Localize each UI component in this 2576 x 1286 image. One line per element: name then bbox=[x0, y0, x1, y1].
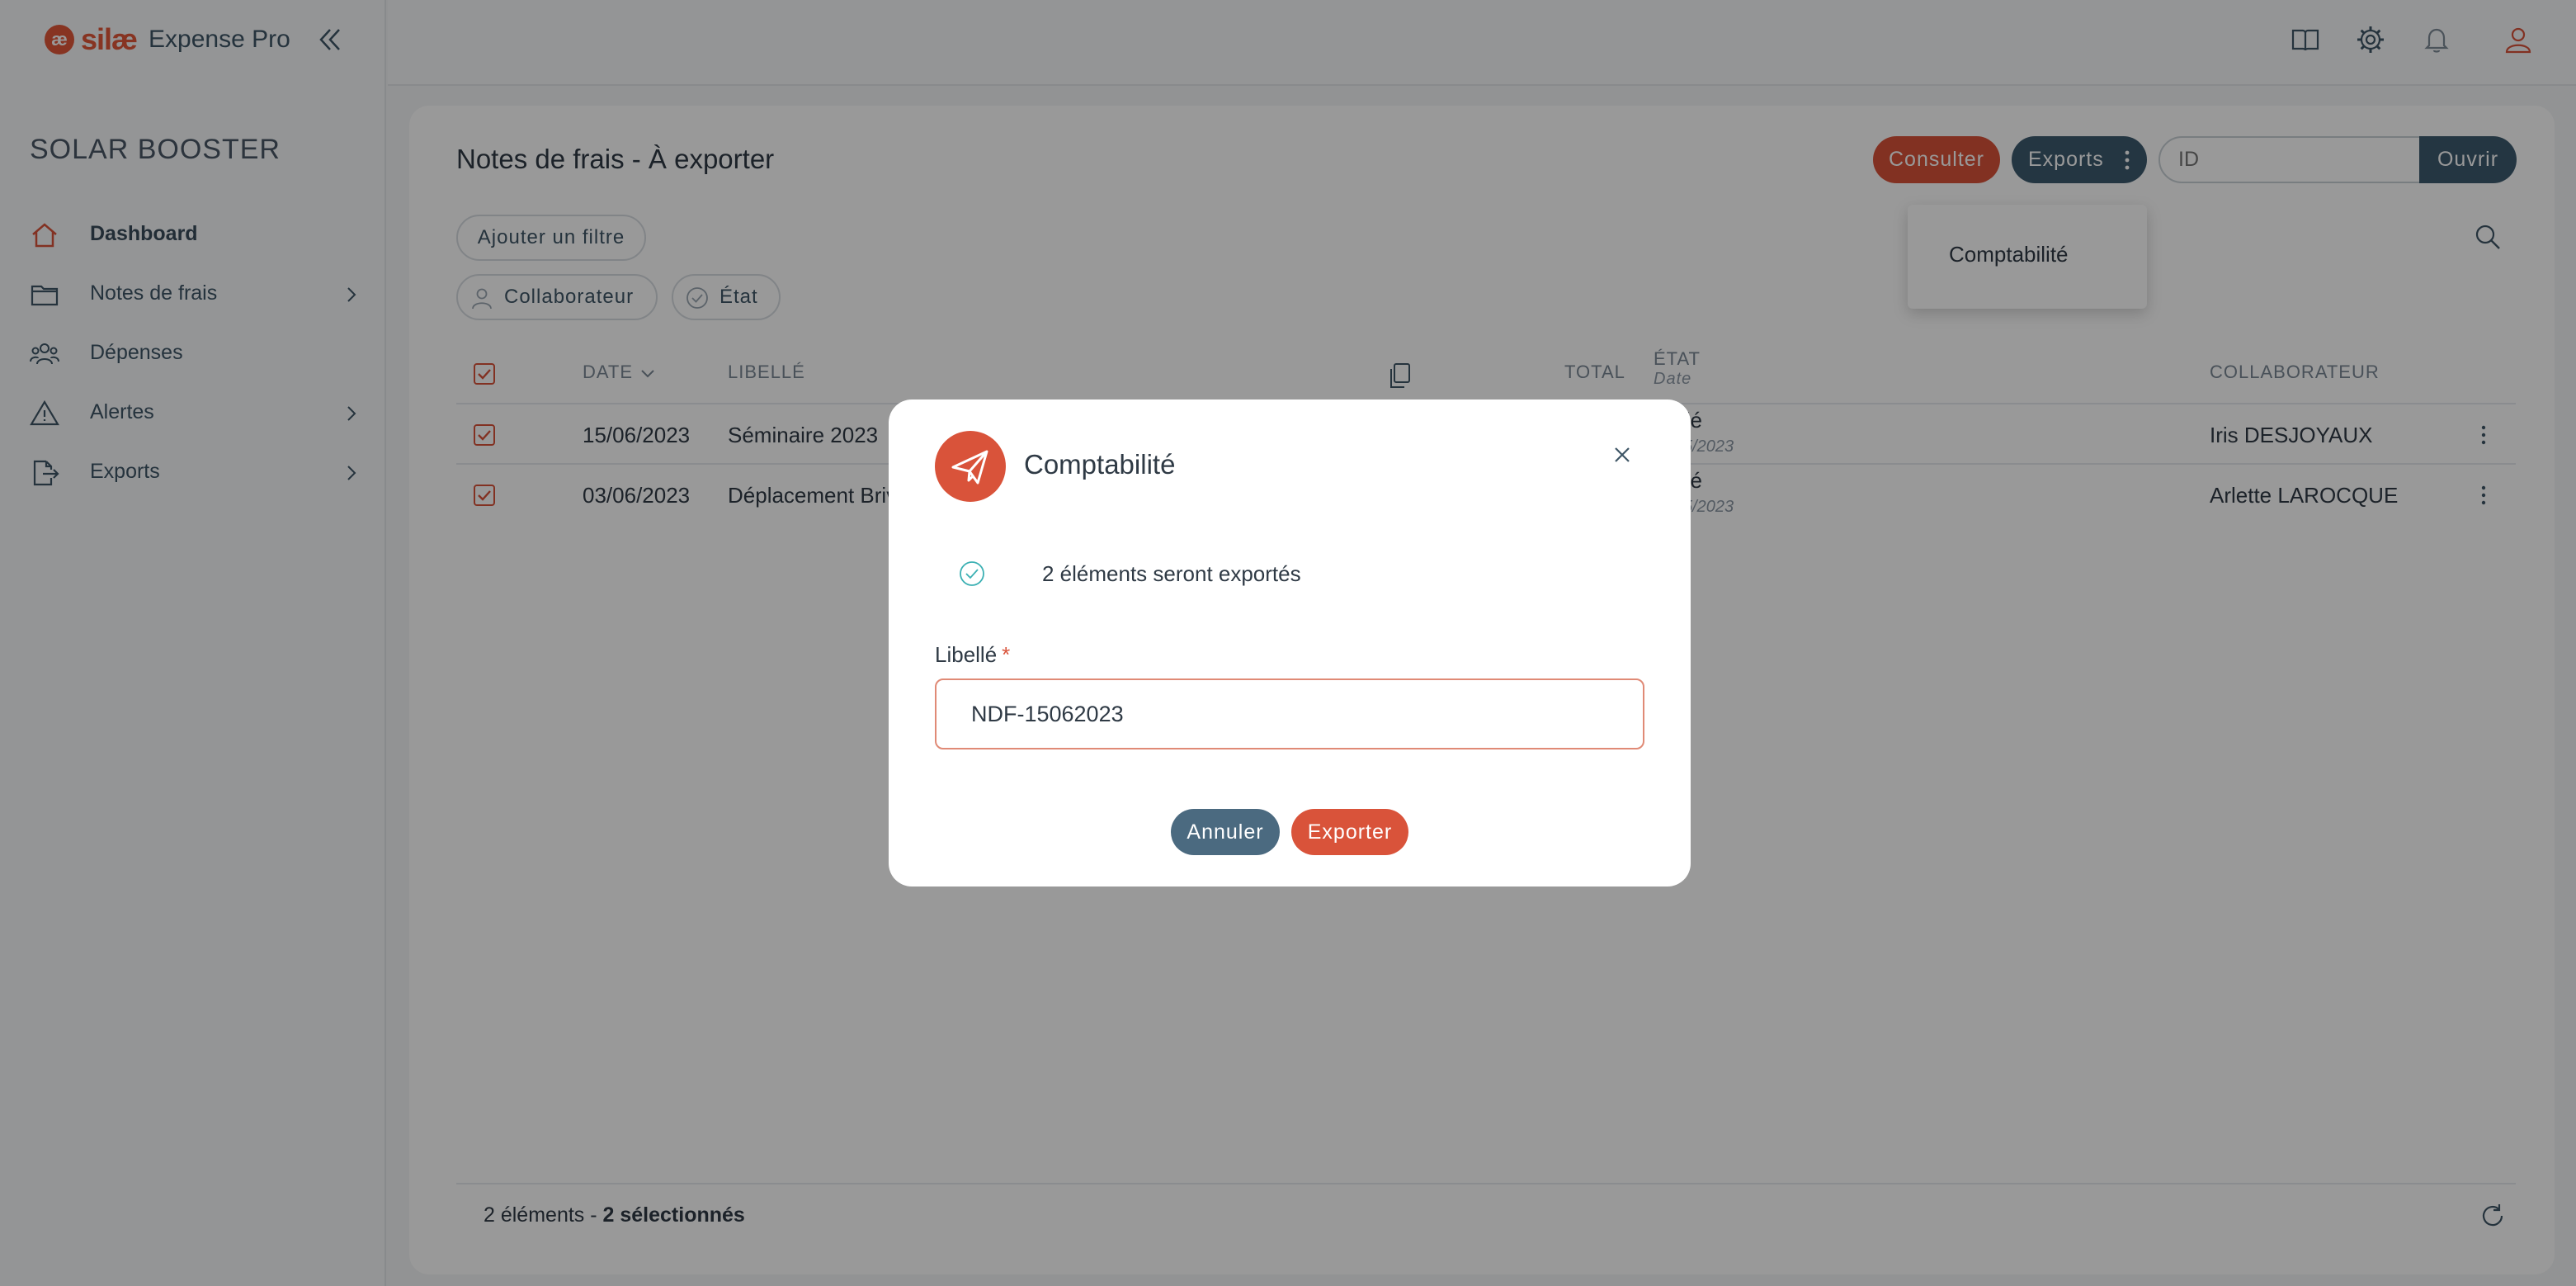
modal-title: Comptabilité bbox=[1024, 449, 1176, 480]
libelle-label: Libellé * bbox=[935, 642, 1011, 667]
cancel-button[interactable]: Annuler bbox=[1171, 809, 1280, 855]
paper-plane-icon bbox=[935, 431, 1006, 502]
libelle-input[interactable] bbox=[935, 678, 1644, 749]
close-icon[interactable] bbox=[1610, 442, 1635, 467]
check-circle-icon bbox=[958, 560, 986, 588]
export-button[interactable]: Exporter bbox=[1291, 809, 1408, 855]
required-mark: * bbox=[1002, 642, 1011, 667]
export-info-text: 2 éléments seront exportés bbox=[1042, 561, 1301, 586]
export-modal: Comptabilité 2 éléments seront exportés … bbox=[889, 400, 1691, 886]
